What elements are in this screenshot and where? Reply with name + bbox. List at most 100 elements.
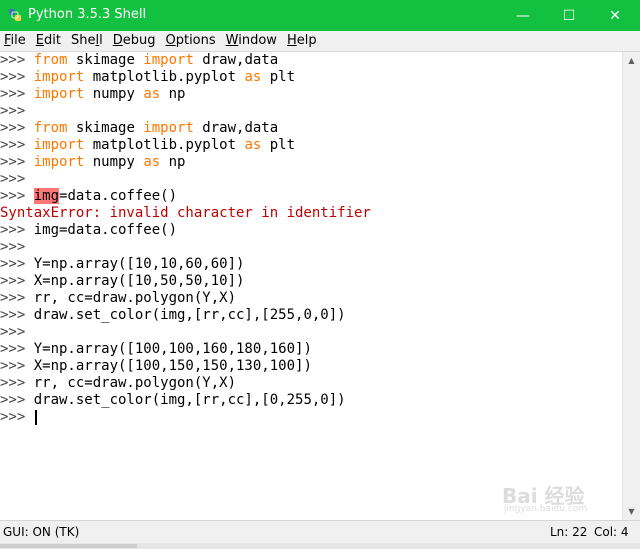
code-text: rr, cc=draw.polygon(Y,X) xyxy=(33,375,237,391)
shell-line: >>> draw.set_color(img,[rr,cc],[255,0,0]… xyxy=(0,307,622,324)
keyword-text: from xyxy=(33,120,68,136)
prompt-text: >>> xyxy=(0,103,26,119)
prompt-text: >>> xyxy=(0,154,34,170)
code-text: Y=np.array([10,10,60,60]) xyxy=(33,256,245,272)
minimize-icon: — xyxy=(516,7,530,24)
code-text: numpy xyxy=(84,154,144,170)
code-text: np xyxy=(160,154,186,170)
code-text: img=data.coffee() xyxy=(33,222,178,238)
prompt-text: >>> xyxy=(0,358,34,374)
code-text: =data.coffee() xyxy=(59,188,178,204)
prompt-text: >>> xyxy=(0,239,26,255)
prompt-text: >>> xyxy=(0,324,26,340)
menu-shell[interactable]: Shell xyxy=(66,31,108,51)
prompt-text: >>> xyxy=(0,86,34,102)
window-title: Python 3.5.3 Shell xyxy=(28,7,147,22)
code-text: Y=np.array([100,100,160,180,160]) xyxy=(33,341,312,357)
menu-file[interactable]: File xyxy=(0,31,31,51)
prompt-text: >>> xyxy=(0,341,34,357)
code-text: skimage xyxy=(67,120,144,136)
shell-line: >>> import matplotlib.pyplot as plt xyxy=(0,69,622,86)
shell-line: >>> xyxy=(0,103,622,120)
code-text: numpy xyxy=(84,86,144,102)
code-text: matplotlib.pyplot xyxy=(84,137,245,153)
close-button[interactable]: ✕ xyxy=(592,0,638,31)
prompt-text: >>> xyxy=(0,188,34,204)
shell-line: >>> draw.set_color(img,[rr,cc],[0,255,0]… xyxy=(0,392,622,409)
prompt-text: >>> xyxy=(0,222,34,238)
shell-line: >>> X=np.array([100,150,150,130,100]) xyxy=(0,358,622,375)
line-number: Ln: 22 xyxy=(550,525,588,539)
shell-line: >>> rr, cc=draw.polygon(Y,X) xyxy=(0,290,622,307)
menu-help[interactable]: Help xyxy=(282,31,322,51)
code-text: draw,data xyxy=(193,120,279,136)
shell-line: >>> rr, cc=draw.polygon(Y,X) xyxy=(0,375,622,392)
shell-line: >>> xyxy=(0,171,622,188)
keyword-text: import xyxy=(143,52,194,68)
menu-bar: File Edit Shell Debug Options Window Help xyxy=(0,31,640,51)
shell-line: >>> from skimage import draw,data xyxy=(0,120,622,137)
code-text: draw.set_color(img,[rr,cc],[255,0,0]) xyxy=(33,307,346,323)
code-text: X=np.array([10,50,50,10]) xyxy=(33,273,245,289)
shell-line: >>> Y=np.array([10,10,60,60]) xyxy=(0,256,622,273)
keyword-text: import xyxy=(33,154,85,170)
code-text: img xyxy=(33,188,60,204)
menu-window[interactable]: Window xyxy=(221,31,282,51)
keyword-text: as xyxy=(143,154,161,170)
shell-line: SyntaxError: invalid character in identi… xyxy=(0,205,622,222)
shell-line: >>> xyxy=(0,239,622,256)
scroll-up-icon[interactable]: ▲ xyxy=(623,52,640,69)
code-text: X=np.array([100,150,150,130,100]) xyxy=(33,358,312,374)
shell-line: >>> from skimage import draw,data xyxy=(0,52,622,69)
menu-debug[interactable]: Debug xyxy=(108,31,161,51)
keyword-text: as xyxy=(244,69,262,85)
keyword-text: import xyxy=(33,137,85,153)
baidu-watermark: Bai 经验 jingyan.baidu.com xyxy=(500,478,630,518)
code-text: np xyxy=(160,86,186,102)
shell-line: >>> xyxy=(0,324,622,341)
python-icon xyxy=(9,9,21,21)
keyword-text: from xyxy=(33,52,68,68)
prompt-text: >>> xyxy=(0,375,34,391)
horizontal-scroll-thumb[interactable] xyxy=(0,544,137,548)
status-bar: GUI: ON (TK) Ln: 22 Col: 4 xyxy=(0,520,640,543)
keyword-text: import xyxy=(33,69,85,85)
horizontal-scrollbar[interactable] xyxy=(0,543,640,549)
prompt-text: >>> xyxy=(0,392,34,408)
shell-line: >>> img=data.coffee() xyxy=(0,188,622,205)
prompt-text: >>> xyxy=(0,409,34,425)
vertical-scrollbar[interactable]: ▲ ▼ xyxy=(622,52,640,520)
code-text: matplotlib.pyplot xyxy=(84,69,245,85)
code-text: plt xyxy=(261,137,296,153)
shell-output[interactable]: >>> from skimage import draw,data >>> imp… xyxy=(0,52,622,520)
keyword-text: as xyxy=(143,86,161,102)
prompt-text: >>> xyxy=(0,52,34,68)
title-bar[interactable]: Python 3.5.3 Shell — ☐ ✕ xyxy=(0,0,640,31)
shell-line: >>> X=np.array([10,50,50,10]) xyxy=(0,273,622,290)
prompt-text: >>> xyxy=(0,171,26,187)
gui-status: GUI: ON (TK) xyxy=(3,525,80,539)
prompt-text: >>> xyxy=(0,69,34,85)
idle-shell-window: Python 3.5.3 Shell — ☐ ✕ File Edit Shell De… xyxy=(0,0,640,549)
maximize-icon: ☐ xyxy=(562,7,576,24)
menu-options[interactable]: Options xyxy=(160,31,220,51)
column-number: Col: 4 xyxy=(594,525,629,539)
prompt-text: >>> xyxy=(0,256,34,272)
shell-line: >>> import matplotlib.pyplot as plt xyxy=(0,137,622,154)
keyword-text: as xyxy=(244,137,262,153)
code-text: draw,data xyxy=(193,52,279,68)
code-text: draw.set_color(img,[rr,cc],[0,255,0]) xyxy=(33,392,346,408)
error-text: SyntaxError: invalid character in identi… xyxy=(0,205,371,221)
shell-line: >>> xyxy=(0,409,622,426)
keyword-text: import xyxy=(33,86,85,102)
code-text: plt xyxy=(261,69,296,85)
prompt-text: >>> xyxy=(0,273,34,289)
shell-line: >>> import numpy as np xyxy=(0,154,622,171)
minimize-button[interactable]: — xyxy=(500,0,546,31)
maximize-button[interactable]: ☐ xyxy=(546,0,592,31)
menu-edit[interactable]: Edit xyxy=(31,31,66,51)
watermark-subtext: jingyan.baidu.com xyxy=(504,504,588,514)
shell-line: >>> Y=np.array([100,100,160,180,160]) xyxy=(0,341,622,358)
prompt-text: >>> xyxy=(0,307,34,323)
shell-line: >>> img=data.coffee() xyxy=(0,222,622,239)
